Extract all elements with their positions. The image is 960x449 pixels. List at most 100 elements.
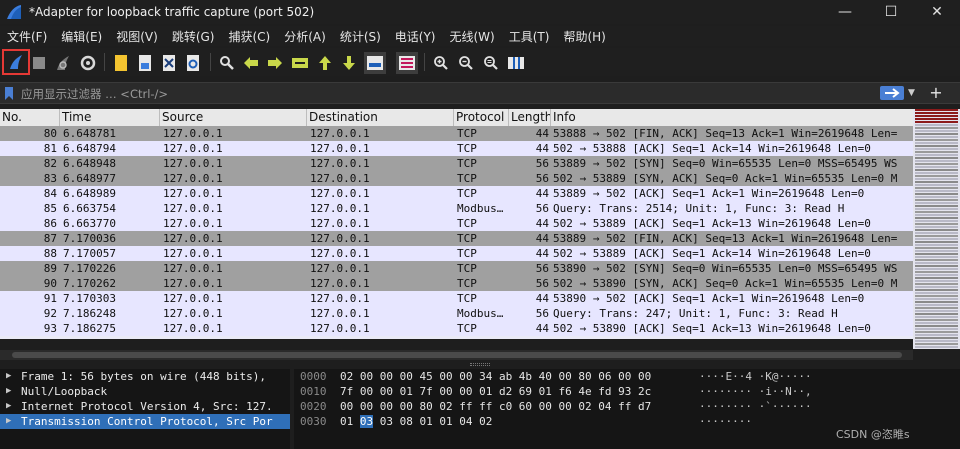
packet-row[interactable]: 80 6.648781 127.0.0.1 127.0.0.1 TCP 44 53888 →… [0, 126, 913, 141]
detail-row-null-loopback[interactable]: ▶ Null/Loopback [0, 384, 290, 399]
packet-row[interactable]: 88 7.170057 127.0.0.1 127.0.0.1 TCP 44 502 → 5… [0, 246, 913, 261]
packet-row[interactable]: 86 6.663770 127.0.0.1 127.0.0.1 TCP 44 502 → 5… [0, 216, 913, 231]
menu-statistics[interactable]: 统计(S) [333, 28, 388, 45]
column-header-protocol[interactable]: Protocol [454, 109, 509, 126]
expand-arrow-icon[interactable]: ▶ [6, 384, 16, 399]
packet-row[interactable]: 89 7.170226 127.0.0.1 127.0.0.1 TCP 56 53890 →… [0, 261, 913, 276]
menu-wireless[interactable]: 无线(W) [443, 28, 502, 45]
packet-row[interactable]: 83 6.648977 127.0.0.1 127.0.0.1 TCP 56 502 → 5… [0, 171, 913, 186]
packet-minimap[interactable] [913, 109, 960, 349]
byte-hex[interactable]: 01 03 03 08 01 01 04 02 [340, 414, 492, 429]
go-first-button[interactable] [314, 52, 336, 74]
column-header-source[interactable]: Source [160, 109, 307, 126]
byte-row[interactable]: 0000 02 00 00 00 45 00 00 34 ab 4b 40 00 … [294, 369, 960, 384]
expand-arrow-icon[interactable]: ▶ [6, 414, 16, 429]
packet-row[interactable]: 93 7.186275 127.0.0.1 127.0.0.1 TCP 44 502 → 5… [0, 321, 913, 336]
byte-ascii[interactable]: ····E··4 ·K@····· [699, 369, 812, 384]
minimap-stripe [915, 295, 958, 297]
detail-row-ipv4[interactable]: ▶ Internet Protocol Version 4, Src: 127. [0, 399, 290, 414]
packet-row[interactable]: 91 7.170303 127.0.0.1 127.0.0.1 TCP 44 53890 →… [0, 291, 913, 306]
capture-options-button[interactable] [77, 52, 99, 74]
restart-capture-button[interactable] [52, 52, 74, 74]
minimap-stripe [915, 307, 958, 309]
minimap-stripe [915, 148, 958, 150]
detail-row-tcp[interactable]: ▶ Transmission Control Protocol, Src Por [0, 414, 290, 429]
minimap-stripe [915, 205, 958, 207]
horizontal-scrollbar[interactable] [0, 350, 913, 360]
resize-columns-button[interactable] [505, 52, 527, 74]
go-last-button[interactable] [338, 52, 360, 74]
menu-edit[interactable]: 编辑(E) [54, 28, 109, 45]
packet-cell-proto: Modbus… [457, 202, 504, 215]
column-header-destination[interactable]: Destination [307, 109, 454, 126]
byte-ascii[interactable]: ········ [699, 414, 752, 429]
packet-cell-no: 86 [43, 217, 57, 230]
menu-tools[interactable]: 工具(T) [502, 28, 557, 45]
go-to-packet-icon [292, 58, 308, 68]
reload-file-button[interactable] [182, 52, 204, 74]
packet-cell-time: 7.170057 [63, 247, 116, 260]
go-to-packet-button[interactable] [289, 52, 311, 74]
byte-hex[interactable]: 00 00 00 00 80 02 ff ff c0 60 00 00 02 0… [340, 399, 651, 414]
packet-cell-len: 44 [535, 292, 549, 305]
menu-capture[interactable]: 捕获(C) [221, 28, 277, 45]
byte-ascii[interactable]: ········ ·`······ [699, 399, 812, 414]
packet-row[interactable]: 87 7.170036 127.0.0.1 127.0.0.1 TCP 44 53889 →… [0, 231, 913, 246]
column-header-info[interactable]: Info [551, 109, 913, 126]
zoom-in-button[interactable] [430, 52, 452, 74]
go-back-button[interactable] [240, 52, 262, 74]
find-packet-button[interactable] [216, 52, 238, 74]
menu-go[interactable]: 跳转(G) [165, 28, 222, 45]
go-forward-button[interactable] [264, 52, 286, 74]
packet-cell-src: 127.0.0.1 [163, 127, 223, 140]
maximize-button[interactable]: ☐ [868, 0, 914, 24]
packet-row[interactable]: 82 6.648948 127.0.0.1 127.0.0.1 TCP 56 53889 →… [0, 156, 913, 171]
byte-row[interactable]: 0010 7f 00 00 01 7f 00 00 01 d2 69 01 f6 … [294, 384, 960, 399]
expand-arrow-icon[interactable]: ▶ [6, 399, 16, 414]
byte-hex[interactable]: 7f 00 00 01 7f 00 00 01 d2 69 01 f6 4e f… [340, 384, 651, 399]
start-capture-button[interactable] [2, 49, 30, 75]
expand-arrow-icon[interactable]: ▶ [6, 369, 16, 384]
menu-help[interactable]: 帮助(H) [556, 28, 612, 45]
open-file-button[interactable] [110, 52, 132, 74]
minimap-stripe [915, 127, 958, 129]
byte-row[interactable]: 0020 00 00 00 00 80 02 ff ff c0 60 00 00 … [294, 399, 960, 414]
menu-view[interactable]: 视图(V) [109, 28, 165, 45]
byte-ascii[interactable]: ········ ·i··N··, [699, 384, 812, 399]
minimize-button[interactable]: — [822, 0, 868, 24]
apply-filter-button[interactable] [880, 86, 904, 100]
column-header-time[interactable]: Time [60, 109, 160, 126]
zoom-normal-button[interactable] [480, 52, 502, 74]
auto-scroll-icon [367, 56, 383, 70]
colorize-button[interactable] [396, 52, 418, 74]
detail-row-frame[interactable]: ▶ Frame 1: 56 bytes on wire (448 bits), [0, 369, 290, 384]
filter-history-dropdown[interactable]: ▼ [908, 85, 920, 101]
scrollbar-thumb[interactable] [12, 352, 902, 358]
close-file-button[interactable] [158, 52, 180, 74]
packet-row[interactable]: 81 6.648794 127.0.0.1 127.0.0.1 TCP 44 502 → 5… [0, 141, 913, 156]
minimap-stripe [915, 268, 958, 270]
add-filter-button[interactable]: + [928, 84, 944, 102]
menu-file[interactable]: 文件(F) [0, 28, 54, 45]
packet-row[interactable]: 92 7.186248 127.0.0.1 127.0.0.1 Modbus… 56 Qu… [0, 306, 913, 321]
byte-hex[interactable]: 02 00 00 00 45 00 00 34 ab 4b 40 00 80 0… [340, 369, 651, 384]
close-button[interactable]: ✕ [914, 0, 960, 24]
stop-capture-button[interactable] [28, 52, 50, 74]
menu-telephony[interactable]: 电话(Y) [388, 28, 443, 45]
minimap-stripe [915, 304, 958, 306]
auto-scroll-button[interactable] [364, 52, 386, 74]
packet-cell-no: 88 [43, 247, 57, 260]
packet-row[interactable]: 90 7.170262 127.0.0.1 127.0.0.1 TCP 56 502 → 5… [0, 276, 913, 291]
menu-analyze[interactable]: 分析(A) [277, 28, 333, 45]
column-header-no[interactable]: No. [0, 109, 60, 126]
save-file-button[interactable] [134, 52, 156, 74]
packet-row[interactable]: 85 6.663754 127.0.0.1 127.0.0.1 Modbus… 56 Qu… [0, 201, 913, 216]
packet-cell-dst: 127.0.0.1 [310, 322, 370, 335]
packet-cell-dst: 127.0.0.1 [310, 172, 370, 185]
packet-row[interactable]: 84 6.648989 127.0.0.1 127.0.0.1 TCP 44 53889 →… [0, 186, 913, 201]
display-filter-input[interactable] [18, 84, 874, 103]
column-header-length[interactable]: Length [509, 109, 551, 126]
bookmark-icon[interactable] [4, 86, 14, 101]
pane-splitter[interactable] [0, 361, 960, 369]
zoom-out-button[interactable] [455, 52, 477, 74]
